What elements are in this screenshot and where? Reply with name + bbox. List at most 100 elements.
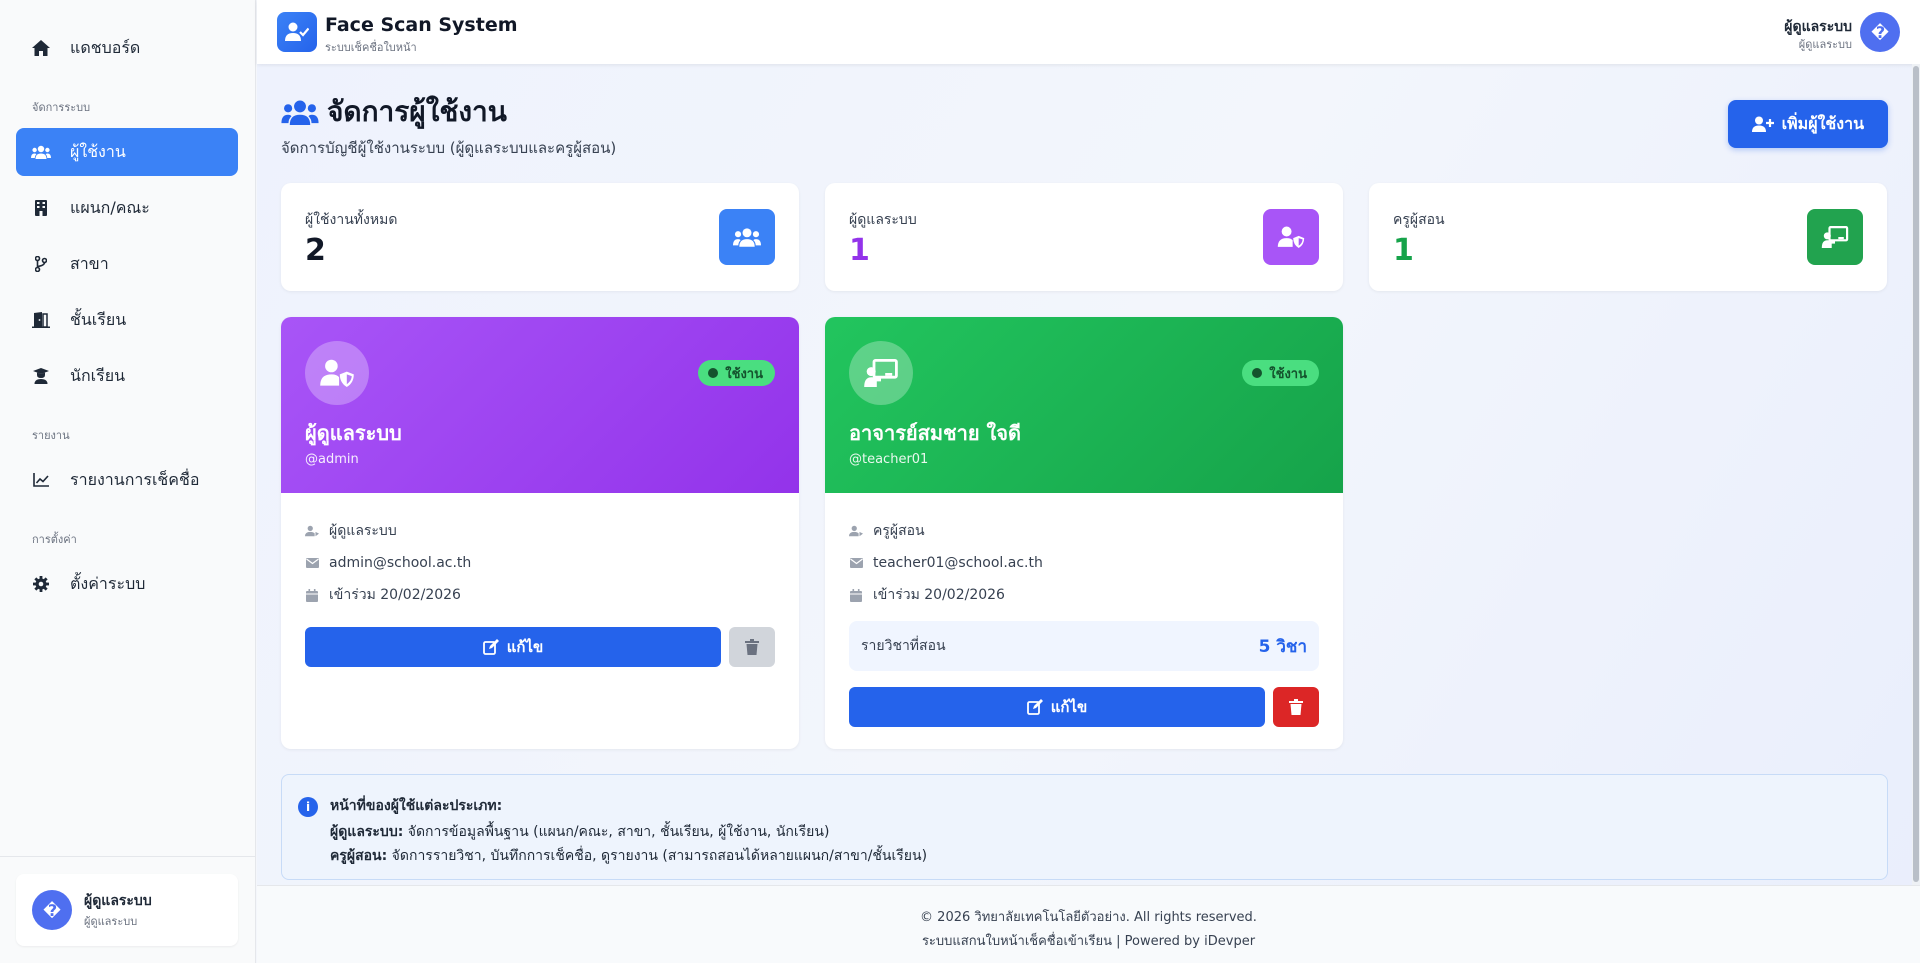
app-logo[interactable] <box>277 12 317 52</box>
user-card-admin: ใช้งาน ผู้ดูแลระบบ @admin ผู้ดูแลระบบ ad… <box>281 317 799 749</box>
user-email-row: teacher01@school.ac.th <box>849 547 1319 579</box>
user-roles-info: i หน้าที่ของผู้ใช้แต่ละประเภท: ผู้ดูแลระ… <box>281 774 1888 880</box>
stat-label: ผู้ดูแลระบบ <box>849 212 917 228</box>
sidebar-item-label: แผนก/คณะ <box>70 197 150 217</box>
user-joined-row: เข้าร่วม 20/02/2026 <box>849 579 1319 611</box>
sidebar-item-departments[interactable]: แผนก/คณะ <box>16 184 238 232</box>
info-admin-line: ผู้ดูแลระบบ: จัดการข้อมูลพื้นฐาน (แผนก/ค… <box>330 821 829 843</box>
chart-line-icon <box>30 469 52 491</box>
trash-icon <box>745 639 759 655</box>
info-admin-label: ผู้ดูแลระบบ: <box>330 824 404 840</box>
sidebar-section-reports: รายงาน <box>32 429 70 442</box>
status-badge: ใช้งาน <box>1242 360 1319 386</box>
user-role-row: ครูผู้สอน <box>849 515 1319 547</box>
sidebar-item-settings[interactable]: ตั้งค่าระบบ <box>16 560 238 608</box>
status-text: ใช้งาน <box>725 366 763 382</box>
user-graduate-icon <box>30 365 52 387</box>
footer-powered-by: ระบบแสกนใบหน้าเช็คชื่อเข้าเรียน | Powere… <box>921 934 1256 949</box>
chalkboard-teacher-icon <box>1807 209 1863 265</box>
page-heading: จัดการผู้ใช้งาน <box>281 90 507 134</box>
sidebar-item-label: สาขา <box>70 253 109 273</box>
sidebar-user-name: ผู้ดูแลระบบ <box>84 893 152 909</box>
status-badge: ใช้งาน <box>698 360 775 386</box>
info-teacher-text: จัดการรายวิชา, บันทึกการเช็คชื่อ, ดูรายง… <box>387 848 928 864</box>
users-icon <box>281 100 319 125</box>
add-user-label: เพิ่มผู้ใช้งาน <box>1781 113 1864 133</box>
user-role-row: ผู้ดูแลระบบ <box>305 515 775 547</box>
sidebar-item-label: ชั้นเรียน <box>70 309 127 329</box>
sidebar-item-students[interactable]: นักเรียน <box>16 352 238 400</box>
user-joined-row: เข้าร่วม 20/02/2026 <box>305 579 775 611</box>
avatar: � <box>1860 12 1900 52</box>
footer-copyright: © 2026 วิทยาลัยเทคโนโลยีตัวอย่าง. All ri… <box>920 910 1257 925</box>
sidebar-item-attendance-report[interactable]: รายงานการเช็คชื่อ <box>16 456 238 504</box>
user-email: admin@school.ac.th <box>329 555 472 571</box>
user-shield-icon <box>305 341 369 405</box>
user-card-actions: แก้ไข <box>849 687 1319 727</box>
stat-card-total-users: ผู้ใช้งานทั้งหมด 2 <box>281 183 799 291</box>
info-teacher-line: ครูผู้สอน: จัดการรายวิชา, บันทึกการเช็คช… <box>330 845 927 867</box>
edit-button[interactable]: แก้ไข <box>849 687 1265 727</box>
user-joined: เข้าร่วม 20/02/2026 <box>873 587 1005 603</box>
page-title: จัดการผู้ใช้งาน <box>327 95 507 128</box>
user-plus-icon <box>1751 116 1774 132</box>
user-card-body: ผู้ดูแลระบบ admin@school.ac.th เข้าร่วม … <box>281 493 799 691</box>
sidebar-section-manage: จัดการระบบ <box>32 101 91 114</box>
info-teacher-label: ครูผู้สอน: <box>330 848 388 864</box>
status-dot-icon <box>1252 368 1263 378</box>
status-text: ใช้งาน <box>1269 366 1307 382</box>
user-tag-icon <box>305 525 319 537</box>
user-card-header: ใช้งาน ผู้ดูแลระบบ @admin <box>281 317 799 493</box>
stat-card-admins: ผู้ดูแลระบบ 1 <box>825 183 1343 291</box>
user-joined: เข้าร่วม 20/02/2026 <box>329 587 461 603</box>
sidebar-section-settings: การตั้งค่า <box>32 533 77 546</box>
sidebar-item-label: ผู้ใช้งาน <box>70 141 126 161</box>
stat-value: 1 <box>849 233 870 268</box>
sidebar-user-card[interactable]: � ผู้ดูแลระบบ ผู้ดูแลระบบ <box>16 874 238 946</box>
delete-button-disabled[interactable] <box>729 627 775 667</box>
chalkboard-teacher-icon <box>849 341 913 405</box>
info-icon: i <box>298 797 318 817</box>
user-role: ครูผู้สอน <box>873 523 925 539</box>
sidebar-item-branches[interactable]: สาขา <box>16 240 238 288</box>
users-icon <box>719 209 775 265</box>
delete-button[interactable] <box>1273 687 1319 727</box>
sidebar-item-dashboard[interactable]: แดชบอร์ด <box>16 24 238 72</box>
edit-icon <box>482 639 499 655</box>
edit-button[interactable]: แก้ไข <box>305 627 721 667</box>
add-user-button[interactable]: เพิ่มผู้ใช้งาน <box>1727 100 1888 148</box>
sidebar-item-users[interactable]: ผู้ใช้งาน <box>16 128 238 176</box>
home-icon <box>30 37 52 59</box>
info-admin-text: จัดการข้อมูลพื้นฐาน (แผนก/คณะ, สาขา, ชั้… <box>403 824 830 840</box>
header-avatar-button[interactable]: � <box>1860 12 1900 52</box>
page-footer: © 2026 วิทยาลัยเทคโนโลยีตัวอย่าง. All ri… <box>257 885 1920 963</box>
top-header: Face Scan System ระบบเช็คชื่อใบหน้า ผู้ด… <box>257 0 1920 64</box>
envelope-icon <box>305 558 319 568</box>
gear-icon <box>30 573 52 595</box>
sidebar-item-label: นักเรียน <box>70 365 125 385</box>
edit-icon <box>1026 699 1043 715</box>
user-tag-icon <box>849 525 863 537</box>
user-handle: @admin <box>305 452 359 467</box>
stat-label: ผู้ใช้งานทั้งหมด <box>305 212 398 228</box>
sidebar-item-classes[interactable]: ชั้นเรียน <box>16 296 238 344</box>
users-icon <box>30 141 52 163</box>
envelope-icon <box>849 558 863 568</box>
door-open-icon <box>30 309 52 331</box>
subjects-label: รายวิชาที่สอน <box>861 638 946 654</box>
code-branch-icon <box>30 253 52 275</box>
user-card-teacher: ใช้งาน อาจารย์สมชาย ใจดี @teacher01 ครูผ… <box>825 317 1343 749</box>
user-name: ผู้ดูแลระบบ <box>305 421 402 445</box>
user-email: teacher01@school.ac.th <box>873 555 1043 571</box>
calendar-icon <box>305 588 319 602</box>
user-card-actions: แก้ไข <box>305 627 775 667</box>
stat-value: 1 <box>1393 233 1414 268</box>
edit-label: แก้ไข <box>506 638 544 656</box>
building-icon <box>30 197 52 219</box>
scrollbar-thumb[interactable] <box>1913 66 1919 882</box>
user-handle: @teacher01 <box>849 452 929 467</box>
sidebar-item-label: รายงานการเช็คชื่อ <box>70 469 200 489</box>
calendar-icon <box>849 588 863 602</box>
sidebar-item-label: แดชบอร์ด <box>70 37 141 57</box>
info-title: หน้าที่ของผู้ใช้แต่ละประเภท: <box>330 798 503 814</box>
